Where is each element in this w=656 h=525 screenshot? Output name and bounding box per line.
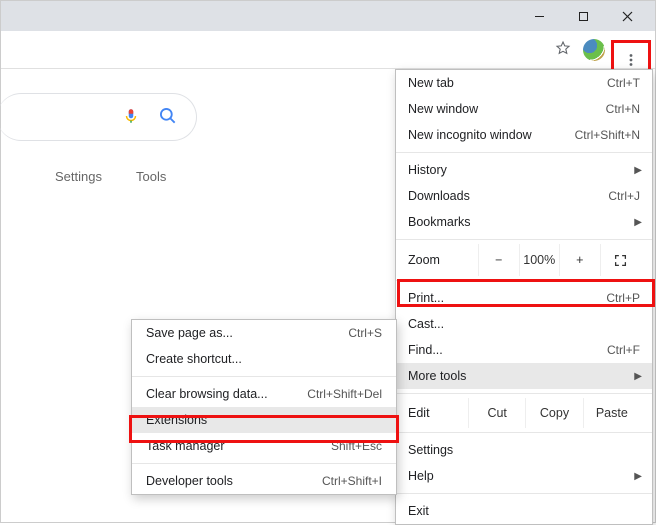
- menu-label: New tab: [408, 76, 607, 90]
- menu-label: Downloads: [408, 189, 608, 203]
- menu-item-cast[interactable]: Cast...: [396, 311, 652, 337]
- cut-button[interactable]: Cut: [468, 398, 525, 428]
- menu-item-downloads[interactable]: Downloads Ctrl+J: [396, 183, 652, 209]
- menu-shortcut: Ctrl+T: [607, 76, 640, 90]
- page-links: Settings Tools: [55, 169, 166, 184]
- profile-avatar[interactable]: [583, 39, 605, 61]
- paste-button[interactable]: Paste: [583, 398, 640, 428]
- menu-item-exit[interactable]: Exit: [396, 498, 652, 524]
- chevron-right-icon: ▶: [634, 217, 642, 228]
- menu-label: Cast...: [408, 317, 640, 331]
- chrome-main-menu: New tab Ctrl+T New window Ctrl+N New inc…: [395, 69, 653, 525]
- menu-shortcut: Ctrl+F: [607, 343, 640, 357]
- bookmark-star-icon[interactable]: [555, 40, 571, 59]
- link-tools[interactable]: Tools: [136, 169, 166, 184]
- submenu-item-developer-tools[interactable]: Developer tools Ctrl+Shift+I: [132, 468, 396, 494]
- submenu-item-extensions[interactable]: Extensions: [132, 407, 396, 433]
- menu-shortcut: Ctrl+P: [606, 291, 640, 305]
- menu-item-help[interactable]: Help ▶: [396, 463, 652, 489]
- window-maximize-button[interactable]: [561, 1, 605, 31]
- menu-item-print[interactable]: Print... Ctrl+P: [396, 285, 652, 311]
- menu-label: Help: [408, 469, 640, 483]
- menu-shortcut: Ctrl+Shift+Del: [307, 387, 382, 401]
- chevron-right-icon: ▶: [634, 165, 642, 176]
- menu-item-more-tools[interactable]: More tools ▶: [396, 363, 652, 389]
- menu-label: Clear browsing data...: [146, 387, 307, 401]
- menu-label: Save page as...: [146, 326, 348, 340]
- menu-shortcut: Ctrl+Shift+N: [575, 128, 640, 142]
- copy-button[interactable]: Copy: [525, 398, 582, 428]
- menu-label: Extensions: [146, 413, 382, 427]
- menu-shortcut: Ctrl+N: [606, 102, 640, 116]
- menu-item-new-tab[interactable]: New tab Ctrl+T: [396, 70, 652, 96]
- fullscreen-button[interactable]: [600, 244, 641, 276]
- link-settings[interactable]: Settings: [55, 169, 102, 184]
- menu-label: New incognito window: [408, 128, 575, 142]
- chevron-right-icon: ▶: [634, 371, 642, 382]
- chevron-right-icon: ▶: [634, 471, 642, 482]
- more-tools-submenu: Save page as... Ctrl+S Create shortcut..…: [131, 319, 397, 495]
- submenu-item-task-manager[interactable]: Task manager Shift+Esc: [132, 433, 396, 459]
- zoom-label: Zoom: [408, 253, 478, 267]
- menu-label: More tools: [408, 369, 640, 383]
- zoom-in-button[interactable]: +: [559, 244, 600, 276]
- zoom-value: 100%: [519, 244, 560, 276]
- submenu-item-create-shortcut[interactable]: Create shortcut...: [132, 346, 396, 372]
- menu-edit-row: Edit Cut Copy Paste: [396, 398, 652, 428]
- window-minimize-button[interactable]: [517, 1, 561, 31]
- menu-label: Create shortcut...: [146, 352, 382, 366]
- mic-icon[interactable]: [122, 105, 140, 130]
- menu-label: Find...: [408, 343, 607, 357]
- menu-zoom-row: Zoom − 100% +: [396, 244, 652, 276]
- menu-label: Developer tools: [146, 474, 322, 488]
- window-close-button[interactable]: [605, 1, 649, 31]
- menu-item-new-incognito[interactable]: New incognito window Ctrl+Shift+N: [396, 122, 652, 148]
- search-box[interactable]: [0, 93, 197, 141]
- menu-shortcut: Ctrl+S: [348, 326, 382, 340]
- window-titlebar: [1, 1, 655, 31]
- menu-label: Task manager: [146, 439, 331, 453]
- menu-item-find[interactable]: Find... Ctrl+F: [396, 337, 652, 363]
- toolbar: [1, 31, 655, 69]
- menu-item-new-window[interactable]: New window Ctrl+N: [396, 96, 652, 122]
- menu-label: Settings: [408, 443, 640, 457]
- menu-label: Exit: [408, 504, 640, 518]
- menu-item-bookmarks[interactable]: Bookmarks ▶: [396, 209, 652, 235]
- menu-shortcut: Shift+Esc: [331, 439, 382, 453]
- menu-item-history[interactable]: History ▶: [396, 157, 652, 183]
- more-vertical-icon: [624, 53, 638, 67]
- menu-label: History: [408, 163, 640, 177]
- menu-label: Bookmarks: [408, 215, 640, 229]
- menu-label: Print...: [408, 291, 606, 305]
- menu-label: New window: [408, 102, 606, 116]
- zoom-out-button[interactable]: −: [478, 244, 519, 276]
- fullscreen-icon: [614, 254, 627, 267]
- menu-shortcut: Ctrl+Shift+I: [322, 474, 382, 488]
- submenu-item-save-page[interactable]: Save page as... Ctrl+S: [132, 320, 396, 346]
- submenu-item-clear-data[interactable]: Clear browsing data... Ctrl+Shift+Del: [132, 381, 396, 407]
- menu-item-settings[interactable]: Settings: [396, 437, 652, 463]
- search-icon[interactable]: [158, 106, 178, 129]
- menu-shortcut: Ctrl+J: [608, 189, 640, 203]
- edit-label: Edit: [408, 406, 468, 420]
